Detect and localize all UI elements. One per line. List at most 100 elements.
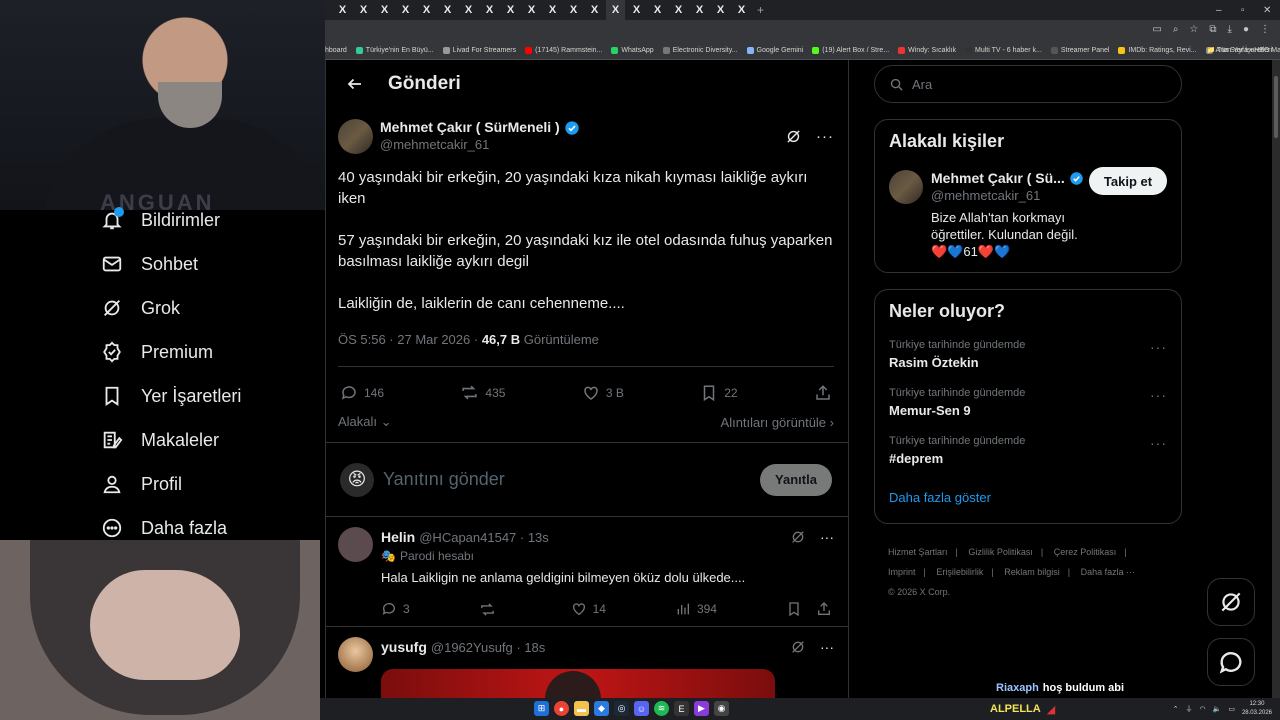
file-explorer-icon[interactable]: ▬ [574, 701, 589, 716]
browser-tab[interactable]: X [333, 0, 352, 20]
nav-notifications[interactable]: Bildirimler [90, 198, 325, 242]
star-icon[interactable]: ☆ [1189, 24, 1198, 35]
nav-chat[interactable]: Sohbet [90, 242, 325, 286]
grok-fab[interactable] [1207, 578, 1255, 626]
bookmark-item[interactable]: Streamer Panel [1050, 47, 1109, 54]
reply-author-handle[interactable]: @1962Yusufg · 18s [431, 640, 545, 655]
nav-more[interactable]: Daha fazla [90, 506, 325, 550]
reply-post[interactable]: Helin @HCapan41547 · 13s ··· 🎭 Parodi he… [326, 516, 848, 626]
bookmark-item[interactable]: (19) Alert Box / Stre... [812, 47, 889, 54]
reply-input[interactable]: Yanıtını gönder [383, 469, 505, 490]
back-button[interactable] [338, 67, 372, 101]
footer-link[interactable]: Imprint [888, 567, 916, 577]
trend-item[interactable]: Türkiye tarihinde gündemde Rasim Öztekin… [889, 339, 1167, 370]
bookmark-item[interactable]: Livad For Streamers [442, 47, 516, 54]
browser-tab[interactable]: X [522, 0, 541, 20]
keyboard-icon[interactable]: ▭ [1228, 705, 1235, 713]
scrollbar-thumb[interactable] [1274, 76, 1278, 138]
chrome-icon[interactable]: ● [554, 701, 569, 716]
footer-link[interactable]: Daha fazla ··· [1081, 567, 1136, 577]
trend-item[interactable]: Türkiye tarihinde gündemde Memur-Sen 9 ·… [889, 387, 1167, 418]
reply-avatar[interactable] [338, 637, 373, 672]
repost-button[interactable] [479, 601, 502, 618]
nav-grok[interactable]: Grok [90, 286, 325, 330]
discord-icon[interactable]: ☺ [634, 701, 649, 716]
nav-profile[interactable]: Profil [90, 462, 325, 506]
network-icon[interactable]: ⏚ [1186, 704, 1193, 714]
browser-tab[interactable]: X [459, 0, 478, 20]
reply-author-name[interactable]: Helin [381, 529, 415, 545]
share-button[interactable] [814, 384, 832, 402]
grok-icon[interactable] [790, 639, 806, 655]
browser-tab[interactable]: X [480, 0, 499, 20]
browser-tab[interactable]: X [501, 0, 520, 20]
reply-author-handle[interactable]: @HCapan41547 · 13s [419, 530, 549, 545]
person-name[interactable]: Mehmet Çakır ( Sü... [931, 170, 1065, 186]
address-bar[interactable]: ▭ ⌕ ☆ ⧉ ⤓ ● ⋮ [325, 20, 1280, 42]
download-icon[interactable]: ⤓ [1228, 24, 1232, 35]
author-avatar[interactable] [338, 118, 373, 154]
windows-start-icon[interactable]: ⊞ [534, 701, 549, 716]
more-options-icon[interactable]: ··· [820, 529, 834, 545]
zoom-icon[interactable]: ⌕ [1173, 24, 1179, 35]
bookmark-icon[interactable] [786, 601, 802, 617]
relevant-person[interactable]: Mehmet Çakır ( Sü... @mehmetcakir_61 Biz… [889, 167, 1167, 260]
maximize-button[interactable]: ▫ [1241, 0, 1245, 20]
views-button[interactable]: 394 [675, 601, 717, 617]
nav-premium[interactable]: Premium [90, 330, 325, 374]
grok-icon[interactable] [785, 128, 802, 145]
clock[interactable]: 12:30 28.03.2026 [1242, 700, 1272, 718]
bookmark-item[interactable]: Türkiye'nin En Büyü... [355, 47, 434, 54]
related-dropdown[interactable]: Alakalı ⌄ [338, 414, 392, 430]
browser-tab[interactable]: X [711, 0, 730, 20]
footer-link[interactable]: Erişilebilirlik [936, 567, 983, 577]
view-quotes-link[interactable]: Alıntıları görüntüle › [721, 415, 834, 430]
search-input[interactable]: Ara [874, 65, 1182, 103]
browser-tab[interactable]: X [585, 0, 604, 20]
reply-button[interactable]: 3 [381, 601, 410, 617]
close-window-button[interactable]: ✕ [1263, 0, 1271, 20]
browser-tab[interactable]: X [375, 0, 394, 20]
epic-games-icon[interactable]: E [674, 701, 689, 716]
browser-tab[interactable]: X [627, 0, 646, 20]
browser-tab[interactable]: X [438, 0, 457, 20]
browser-tab[interactable]: X [417, 0, 436, 20]
browser-tab[interactable]: X [354, 0, 373, 20]
reply-submit-button[interactable]: Yanıtla [760, 463, 832, 496]
spotify-icon[interactable]: ≋ [654, 701, 669, 716]
footer-link[interactable]: Gizlilik Politikası [968, 547, 1033, 557]
reply-author-name[interactable]: yusufg [381, 639, 427, 655]
viewer-avatar[interactable]: 😡 [340, 462, 374, 497]
follow-button[interactable]: Takip et [1089, 167, 1167, 195]
volume-icon[interactable]: 🔈 [1213, 705, 1222, 713]
bookmark-button[interactable]: 22 [700, 384, 738, 402]
trend-item[interactable]: Türkiye tarihinde gündemde #deprem ··· [889, 435, 1167, 466]
new-tab-button[interactable]: + [757, 3, 764, 17]
bookmark-item[interactable]: WhatsApp [611, 47, 654, 54]
cast-icon[interactable]: ▭ [1152, 24, 1161, 35]
bookmark-item[interactable]: IMDb: Ratings, Revi... [1118, 47, 1197, 54]
more-options-icon[interactable]: ··· [1150, 339, 1167, 355]
show-more-link[interactable]: Daha fazla göster [889, 490, 1167, 505]
all-bookmarks[interactable]: 📁 Tüm Yer İşaretleri [1207, 46, 1272, 54]
bookmark-item[interactable]: Multi TV - 6 haber k... [965, 47, 1042, 54]
footer-link[interactable]: Reklam bilgisi [1004, 567, 1060, 577]
grok-icon[interactable] [790, 529, 806, 545]
more-options-icon[interactable]: ··· [816, 128, 834, 145]
like-button[interactable]: 14 [571, 601, 606, 617]
more-options-icon[interactable]: ··· [1150, 435, 1167, 451]
browser-tab[interactable]: X [543, 0, 562, 20]
wifi-icon[interactable]: ◠ [1200, 705, 1206, 713]
streamer-app-icon[interactable]: ▶ [694, 701, 709, 716]
store-icon[interactable]: ◆ [594, 701, 609, 716]
more-options-icon[interactable]: ··· [820, 639, 834, 655]
browser-tab[interactable]: X [396, 0, 415, 20]
bookmark-item[interactable]: hboard [325, 47, 347, 54]
extensions-icon[interactable]: ⧉ [1209, 24, 1216, 35]
page-scrollbar[interactable] [1272, 60, 1280, 720]
person-handle[interactable]: @mehmetcakir_61 [931, 188, 1089, 203]
browser-tab[interactable]: X [732, 0, 751, 20]
footer-link[interactable]: Çerez Politikası [1054, 547, 1117, 557]
footer-link[interactable]: Hizmet Şartları [888, 547, 948, 557]
person-avatar[interactable] [889, 170, 923, 204]
